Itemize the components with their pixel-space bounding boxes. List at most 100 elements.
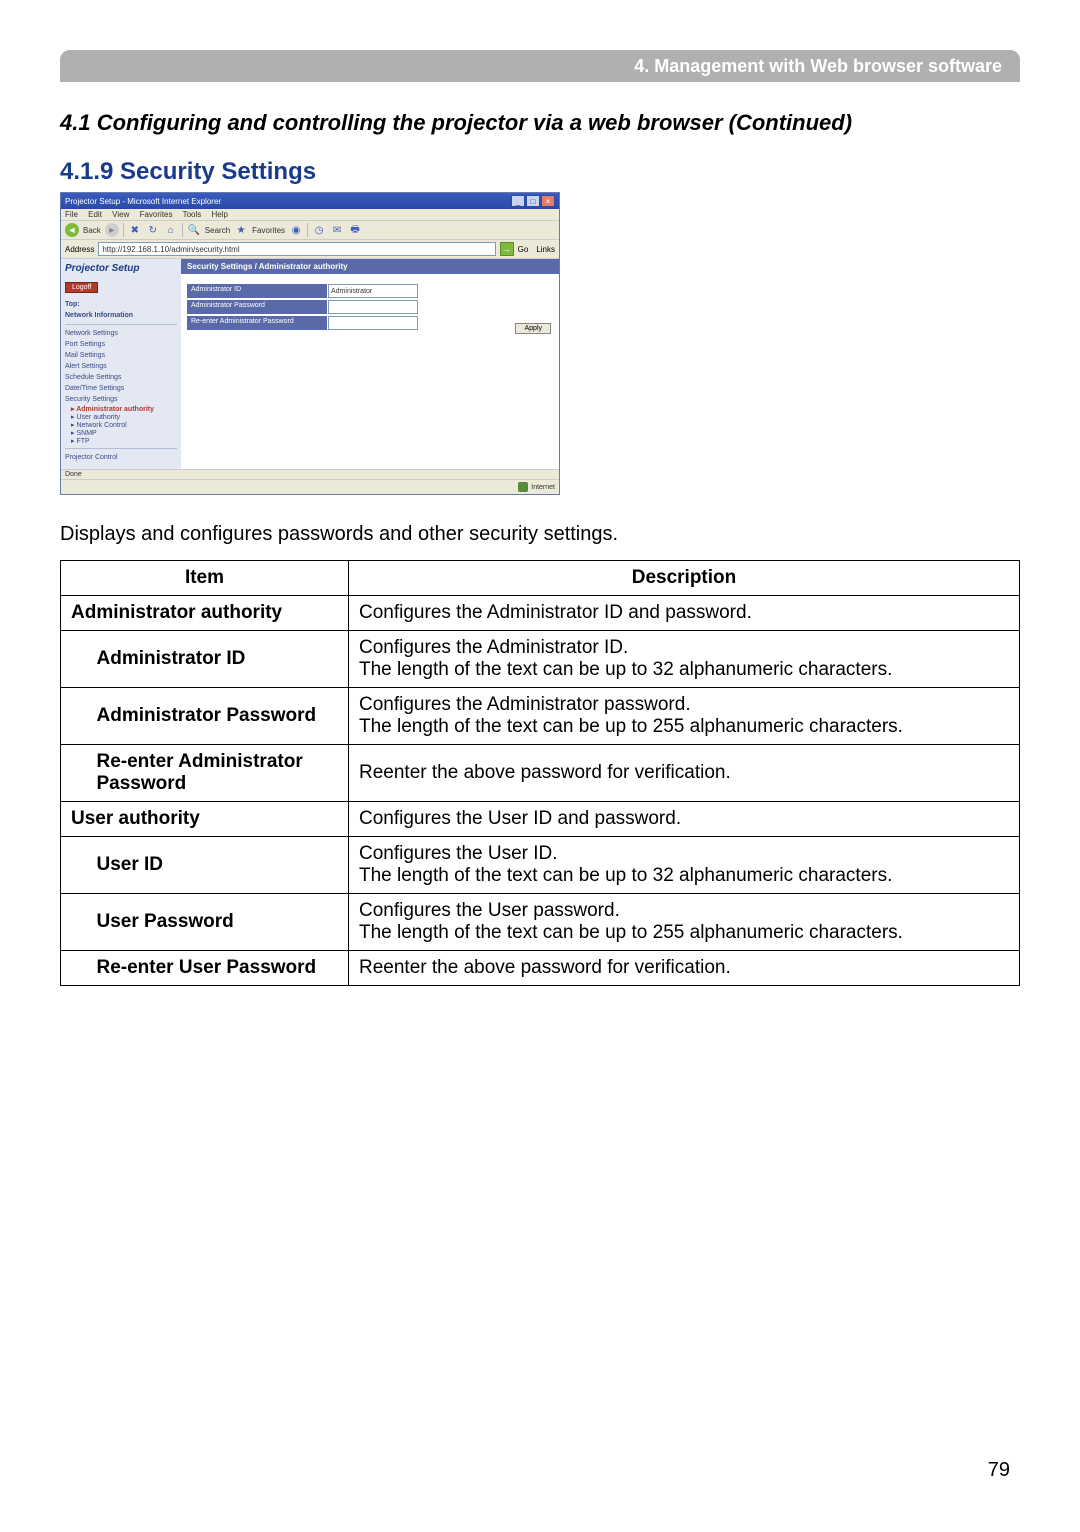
table-item: Re-enter User Password [87,951,349,986]
browser-window: Projector Setup - Microsoft Internet Exp… [60,192,560,495]
table-indent [61,688,87,745]
sidebar-item-network-info[interactable]: Network Information [65,310,177,321]
sidebar-item-projector-control[interactable]: Projector Control [65,452,177,463]
table-row: Re-enter Administrator PasswordReenter t… [61,745,1020,802]
table-row: User PasswordConfigures the User passwor… [61,894,1020,951]
browser-statusbar: Internet [61,479,559,494]
print-icon[interactable]: 🖶 [348,223,362,237]
sidebar-item-alert-settings[interactable]: Alert Settings [65,361,177,372]
browser-titlebar: Projector Setup - Microsoft Internet Exp… [61,193,559,209]
table-item: User ID [87,837,349,894]
table-row: User IDConfigures the User ID. The lengt… [61,837,1020,894]
browser-toolbar: ◄ Back ► ✖ ↻ ⌂ 🔍 Search ★ Favorites ◉ ◷ … [61,221,559,240]
go-button[interactable]: → [500,242,514,256]
sidebar-sub-ftp[interactable]: ▸ FTP [65,437,177,445]
sidebar-sub-user-authority[interactable]: ▸ User authority [65,413,177,421]
subsection-title: 4.1.9 Security Settings [60,158,1020,186]
search-label[interactable]: Search [205,226,230,235]
section-title: 4.1 Configuring and controlling the proj… [60,110,1020,136]
table-item: Re-enter Administrator Password [87,745,349,802]
table-description: Configures the User ID. The length of th… [349,837,1020,894]
chapter-header-text: 4. Management with Web browser software [634,56,1002,77]
table-indent [61,745,87,802]
refresh-icon[interactable]: ↻ [146,223,160,237]
table-description: Configures the Administrator ID. The len… [349,631,1020,688]
sidebar-sub-admin-authority[interactable]: ▸ Administrator authority [65,405,177,413]
menu-edit[interactable]: Edit [88,210,102,219]
page-sidebar: Projector Setup Logoff Top: Network Info… [61,259,181,469]
back-icon[interactable]: ◄ [65,223,79,237]
table-item-group: User authority [61,802,349,837]
address-input[interactable]: http://192.168.1.10/admin/security.html [98,242,495,256]
main-panel-header: Security Settings / Administrator author… [181,259,559,274]
table-indent [61,631,87,688]
reenter-admin-password-input[interactable] [328,316,418,330]
table-row: Administrator PasswordConfigures the Adm… [61,688,1020,745]
admin-password-label: Administrator Password [187,300,327,314]
sidebar-item-mail-settings[interactable]: Mail Settings [65,350,177,361]
sidebar-item-security-settings[interactable]: Security Settings [65,394,177,405]
page-main: Security Settings / Administrator author… [181,259,559,469]
forward-icon: ► [105,223,119,237]
links-label[interactable]: Links [536,245,555,254]
mail-icon[interactable]: ✉ [330,223,344,237]
menu-tools[interactable]: Tools [183,210,202,219]
table-item: Administrator Password [87,688,349,745]
browser-title: Projector Setup - Microsoft Internet Exp… [65,197,221,206]
back-label[interactable]: Back [83,226,101,235]
sidebar-sub-network-control[interactable]: ▸ Network Control [65,421,177,429]
address-label: Address [65,245,94,254]
stop-icon[interactable]: ✖ [128,223,142,237]
history-icon[interactable]: ◷ [312,223,326,237]
table-header-description: Description [349,561,1020,596]
favorites-icon[interactable]: ★ [234,223,248,237]
sidebar-logo: Projector Setup [65,263,177,274]
table-header-item: Item [61,561,349,596]
toolbar-separator [182,223,183,237]
chapter-header: 4. Management with Web browser software [60,50,1020,82]
browser-addressbar: Address http://192.168.1.10/admin/securi… [61,240,559,259]
done-label: Done [65,471,82,478]
reenter-admin-password-label: Re-enter Administrator Password [187,316,327,330]
admin-id-label: Administrator ID [187,284,327,298]
sidebar-item-schedule-settings[interactable]: Schedule Settings [65,372,177,383]
sidebar-item-top[interactable]: Top: [65,299,177,310]
admin-id-input[interactable]: Administrator [328,284,418,298]
table-row: User authorityConfigures the User ID and… [61,802,1020,837]
sidebar-sub-snmp[interactable]: ▸ SNMP [65,429,177,437]
favorites-label[interactable]: Favorites [252,226,285,235]
intro-text: Displays and configures passwords and ot… [60,523,1020,546]
table-row: Re-enter User PasswordReenter the above … [61,951,1020,986]
search-icon[interactable]: 🔍 [187,223,201,237]
minimize-icon[interactable]: _ [511,195,525,207]
settings-table: Item Description Administrator authority… [60,560,1020,986]
toolbar-separator [123,223,124,237]
table-indent [61,837,87,894]
page-number: 79 [988,1459,1010,1482]
toolbar-separator [307,223,308,237]
table-description: Configures the Administrator ID and pass… [349,596,1020,631]
sidebar-item-port-settings[interactable]: Port Settings [65,339,177,350]
table-indent [61,951,87,986]
logoff-button[interactable]: Logoff [65,282,98,293]
maximize-icon[interactable]: □ [526,195,540,207]
menu-view[interactable]: View [112,210,129,219]
close-icon[interactable]: × [541,195,555,207]
apply-button[interactable]: Apply [515,323,551,334]
menu-file[interactable]: File [65,210,78,219]
table-description: Reenter the above password for verificat… [349,745,1020,802]
internet-zone-label: Internet [531,484,555,491]
home-icon[interactable]: ⌂ [164,223,178,237]
table-row: Administrator IDConfigures the Administr… [61,631,1020,688]
admin-password-input[interactable] [328,300,418,314]
table-item: User Password [87,894,349,951]
media-icon[interactable]: ◉ [289,223,303,237]
table-description: Configures the User ID and password. [349,802,1020,837]
internet-zone-icon [518,482,528,492]
table-description: Configures the User password. The length… [349,894,1020,951]
sidebar-item-network-settings[interactable]: Network Settings [65,328,177,339]
table-item-group: Administrator authority [61,596,349,631]
sidebar-item-datetime-settings[interactable]: Date/Time Settings [65,383,177,394]
menu-help[interactable]: Help [212,210,228,219]
menu-favorites[interactable]: Favorites [140,210,173,219]
